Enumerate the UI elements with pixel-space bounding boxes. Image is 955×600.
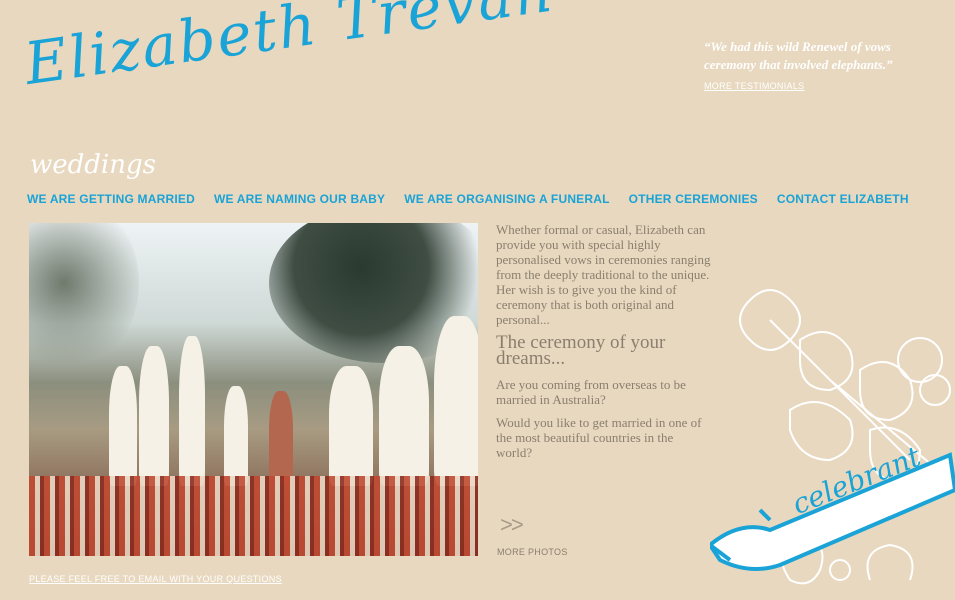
- more-photos-link[interactable]: MORE PHOTOS: [497, 547, 568, 557]
- intro-paragraph: Whether formal or casual, Elizabeth can …: [496, 222, 711, 327]
- nav-item-getting-married[interactable]: WE ARE GETTING MARRIED: [27, 192, 195, 206]
- flower-illustration-icon: [710, 289, 955, 585]
- email-questions-link[interactable]: PLEASE FEEL FREE TO EMAIL WITH YOUR QUES…: [29, 574, 282, 584]
- beautiful-country-paragraph: Would you like to get married in one of …: [496, 415, 702, 460]
- intro-text-block: Whether formal or casual, Elizabeth can …: [496, 222, 712, 468]
- site-logo[interactable]: Elizabeth Trevan: [21, 0, 558, 98]
- dreams-heading: The ceremony of your dreams...: [496, 332, 666, 369]
- nav-item-naming-baby[interactable]: WE ARE NAMING OUR BABY: [214, 192, 385, 206]
- nav-item-contact[interactable]: CONTACT ELIZABETH: [777, 192, 909, 206]
- testimonial-quote: “We had this wild Renewel of vows ceremo…: [704, 39, 893, 72]
- nav-item-other-ceremonies[interactable]: OTHER CEREMONIES: [629, 192, 758, 206]
- nav-item-funeral[interactable]: WE ARE ORGANISING A FUNERAL: [404, 192, 609, 206]
- section-title: weddings: [30, 150, 156, 180]
- more-photos-arrow-icon[interactable]: >>: [500, 512, 524, 538]
- main-nav: WE ARE GETTING MARRIED WE ARE NAMING OUR…: [27, 192, 909, 206]
- overseas-paragraph: Are you coming from overseas to be marri…: [496, 377, 686, 407]
- wedding-photo: [29, 223, 478, 556]
- more-testimonials-link[interactable]: MORE TESTIMONIALS: [704, 81, 804, 91]
